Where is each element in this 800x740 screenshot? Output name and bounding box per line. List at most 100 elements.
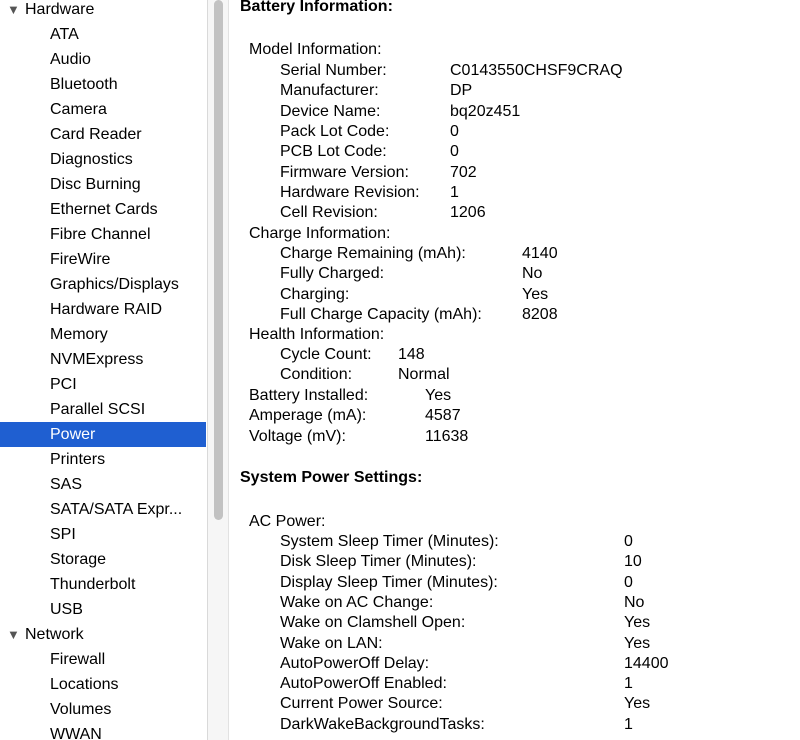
sidebar-item-label: Audio	[50, 51, 91, 68]
info-key: Condition:	[280, 366, 353, 384]
sidebar-item-firewire[interactable]: FireWire	[0, 247, 206, 272]
sidebar-item-diagnostics[interactable]: Diagnostics	[0, 147, 206, 172]
sidebar-item-label: Fibre Channel	[50, 226, 151, 243]
info-value: 1	[624, 715, 633, 733]
sidebar-item-ata[interactable]: ATA	[0, 22, 206, 47]
info-key: Display Sleep Timer (Minutes):	[280, 573, 498, 591]
info-value: 0	[624, 573, 633, 591]
sidebar-item-label: SPI	[50, 526, 76, 543]
info-value: 4140	[522, 245, 558, 262]
info-key: DarkWakeBackgroundTasks:	[280, 715, 485, 733]
sidebar-item-graphics-displays[interactable]: Graphics/Displays	[0, 272, 206, 297]
info-key: Wake on Clamshell Open:	[280, 614, 466, 632]
sidebar-item-spi[interactable]: SPI	[0, 522, 206, 547]
info-value: 148	[398, 346, 425, 363]
sidebar-group-network[interactable]: ▼ Network	[0, 622, 207, 647]
sidebar-item-sata-sata-expr[interactable]: SATA/SATA Expr...	[0, 497, 206, 522]
sidebar-item-power[interactable]: Power	[0, 422, 206, 447]
info-key: Battery Installed:	[249, 387, 369, 404]
sidebar-item-volumes[interactable]: Volumes	[0, 697, 206, 722]
sidebar-item-pci[interactable]: PCI	[0, 372, 206, 397]
sidebar-item-parallel-scsi[interactable]: Parallel SCSI	[0, 397, 206, 422]
sidebar-item-label: Ethernet Cards	[50, 201, 158, 218]
info-value: No	[624, 593, 645, 611]
info-key: Disk Sleep Timer (Minutes):	[280, 553, 477, 571]
sidebar-item-label: Firewall	[50, 651, 106, 668]
sidebar-item-label: Thunderbolt	[50, 576, 136, 593]
sidebar-item-memory[interactable]: Memory	[0, 322, 206, 347]
info-value: 14400	[624, 654, 669, 672]
info-key: System Sleep Timer (Minutes):	[280, 533, 499, 550]
disclosure-triangle-icon[interactable]: ▼	[7, 0, 20, 22]
info-key: Pack Lot Code:	[280, 122, 390, 140]
info-value: bq20z451	[450, 102, 521, 120]
sidebar-item-bluetooth[interactable]: Bluetooth	[0, 72, 206, 97]
sidebar-item-usb[interactable]: USB	[0, 597, 206, 622]
info-key: Wake on LAN:	[280, 634, 383, 652]
info-value: 10	[624, 553, 642, 571]
sidebar-item-thunderbolt[interactable]: Thunderbolt	[0, 572, 206, 597]
info-value: Yes	[522, 285, 549, 303]
info-value: 8208	[522, 305, 558, 323]
sidebar-item-audio[interactable]: Audio	[0, 47, 206, 72]
sidebar-group-label: Hardware	[25, 1, 95, 18]
sidebar-item-label: Memory	[50, 326, 108, 343]
sidebar-group-hardware[interactable]: ▼ Hardware	[0, 0, 207, 22]
sidebar-item-wwan[interactable]: WWAN	[0, 722, 206, 740]
sidebar: ▼ Hardware ATA Audio Bluetooth Camera Card R…	[0, 0, 207, 740]
info-key: AutoPowerOff Delay:	[280, 654, 430, 672]
sidebar-item-label: Volumes	[50, 701, 112, 718]
sidebar-item-sas[interactable]: SAS	[0, 472, 206, 497]
sidebar-item-label: ATA	[50, 26, 79, 43]
sidebar-item-label: FireWire	[50, 251, 111, 268]
sidebar-item-label: SATA/SATA Expr...	[50, 501, 183, 518]
info-key: Charge Remaining (mAh):	[280, 245, 466, 262]
info-value: Normal	[398, 366, 450, 384]
sidebar-item-camera[interactable]: Camera	[0, 97, 206, 122]
sidebar-item-label: Printers	[50, 451, 106, 468]
sidebar-item-label: Power	[50, 426, 96, 443]
info-value: Yes	[624, 614, 651, 632]
sidebar-scrollbar[interactable]	[207, 0, 229, 740]
sidebar-item-printers[interactable]: Printers	[0, 447, 206, 472]
info-value: DP	[450, 82, 473, 100]
sidebar-item-ethernet-cards[interactable]: Ethernet Cards	[0, 197, 206, 222]
sidebar-item-label: PCI	[50, 376, 77, 393]
sidebar-item-firewall[interactable]: Firewall	[0, 647, 206, 672]
sidebar-item-hardware-raid[interactable]: Hardware RAID	[0, 297, 206, 322]
sidebar-item-fibre-channel[interactable]: Fibre Channel	[0, 222, 206, 247]
detail-pane: Battery Information: Model Information: …	[240, 0, 669, 733]
sidebar-item-locations[interactable]: Locations	[0, 672, 206, 697]
info-value: 0	[624, 533, 633, 550]
sidebar-item-label: Storage	[50, 551, 107, 568]
disclosure-triangle-icon[interactable]: ▼	[7, 622, 20, 647]
sidebar-item-disc-burning[interactable]: Disc Burning	[0, 172, 206, 197]
info-key: PCB Lot Code:	[280, 143, 387, 161]
info-value: 702	[450, 163, 477, 181]
sidebar-item-label: Parallel SCSI	[50, 401, 146, 418]
sidebar-item-label: Card Reader	[50, 126, 142, 143]
info-key: Serial Number:	[280, 62, 387, 79]
sidebar-item-nvmexpress[interactable]: NVMExpress	[0, 347, 206, 372]
sidebar-item-label: Diagnostics	[50, 151, 133, 168]
info-value: 0	[450, 143, 459, 161]
section-title-battery: Battery Information:	[240, 0, 393, 15]
sidebar-item-label: Locations	[50, 676, 119, 693]
info-value: 4587	[425, 407, 461, 425]
sidebar-group-label: Network	[25, 626, 84, 643]
info-key: Full Charge Capacity (mAh):	[280, 305, 482, 323]
scrollbar-thumb[interactable]	[214, 0, 223, 520]
info-key: Manufacturer:	[280, 82, 379, 100]
sidebar-item-label: Bluetooth	[50, 76, 118, 93]
sidebar-item-card-reader[interactable]: Card Reader	[0, 122, 206, 147]
sidebar-item-storage[interactable]: Storage	[0, 547, 206, 572]
info-value: C0143550CHSF9CRAQ	[450, 62, 623, 79]
info-key: Wake on AC Change:	[280, 593, 434, 611]
info-value: 1	[450, 183, 459, 201]
info-value: Yes	[425, 387, 452, 404]
info-value: 1	[624, 675, 633, 693]
section-title-power: System Power Settings:	[240, 469, 423, 486]
sidebar-item-label: WWAN	[50, 726, 102, 740]
info-value: 11638	[425, 427, 469, 445]
info-key: Cell Revision:	[280, 204, 378, 222]
